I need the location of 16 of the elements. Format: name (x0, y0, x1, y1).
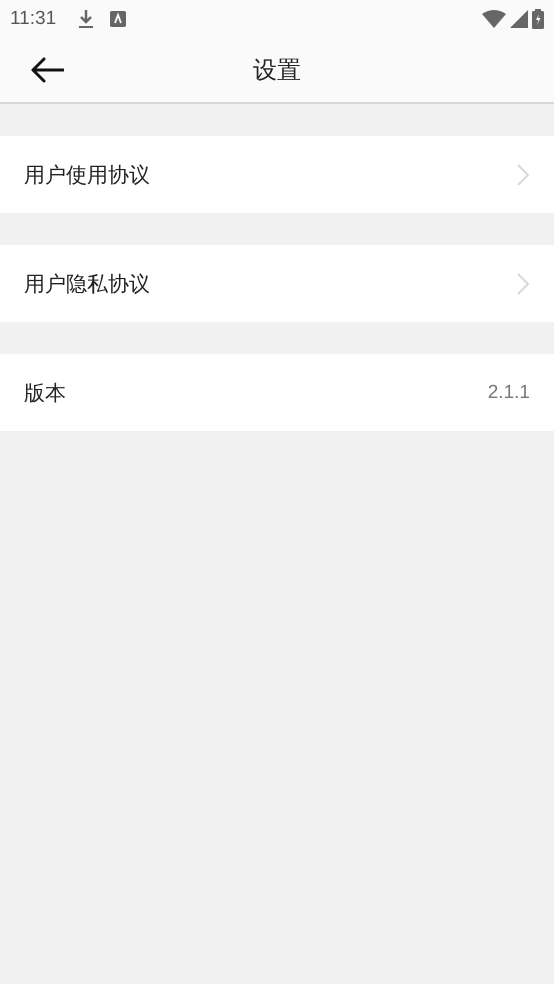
wifi-icon (482, 10, 506, 28)
chevron-icon (516, 162, 530, 186)
settings-row[interactable]: 用户隐私协议 (0, 245, 554, 322)
battery-icon (532, 9, 544, 29)
row-label: 用户使用协议 (24, 162, 151, 188)
notification-icon (110, 11, 126, 27)
row-label: 用户隐私协议 (24, 270, 151, 298)
chevron-icon (516, 272, 530, 296)
version-value: 2.1.1 (488, 382, 530, 404)
settings-row[interactable]: 用户使用协议 (0, 136, 554, 213)
signal-icon (510, 10, 528, 28)
page-title: 设置 (253, 55, 301, 86)
back-arrow-icon (30, 57, 64, 83)
status-time: 11:31 (10, 8, 56, 30)
row-label: 版本 (24, 380, 67, 406)
download-icon (78, 9, 94, 29)
